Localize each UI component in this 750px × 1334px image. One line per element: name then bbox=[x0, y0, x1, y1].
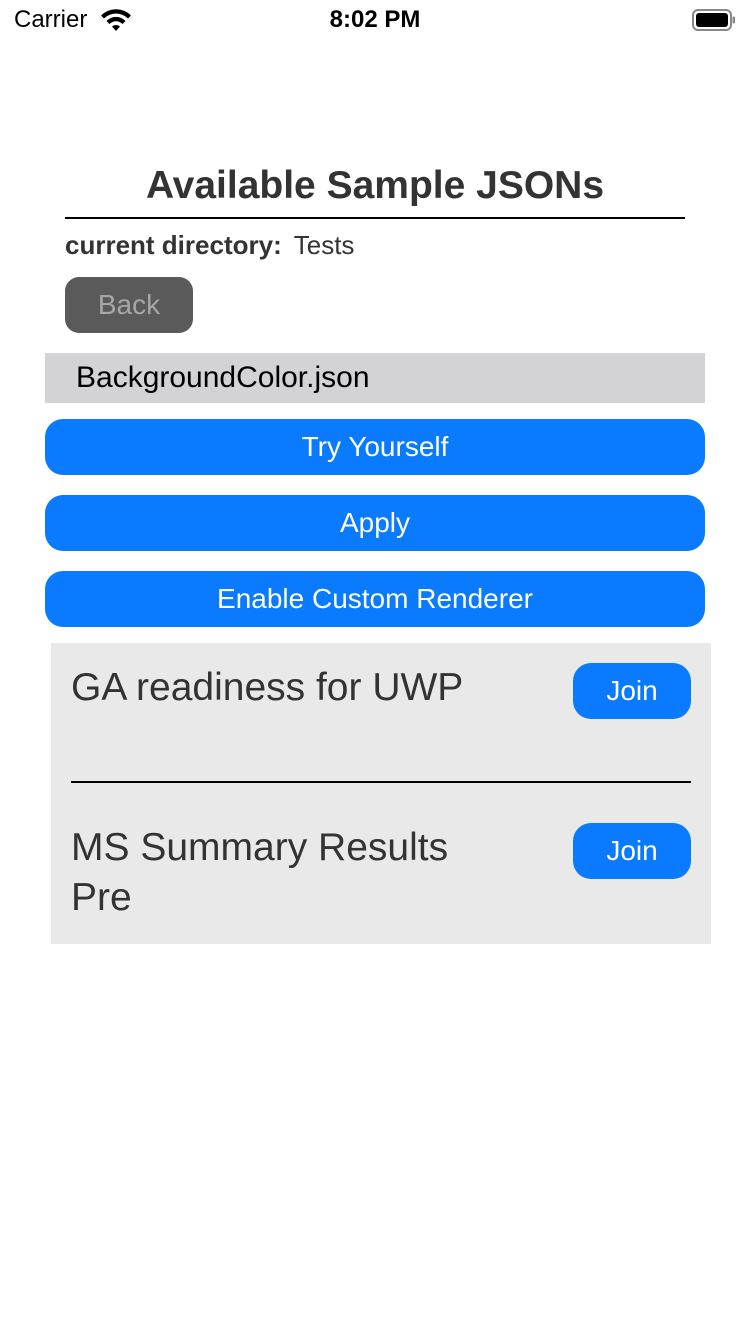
title-divider bbox=[65, 217, 685, 219]
file-list-item[interactable]: BackgroundColor.json bbox=[45, 353, 705, 403]
battery-icon bbox=[692, 9, 735, 31]
join-button[interactable]: Join bbox=[573, 663, 691, 719]
enable-custom-renderer-button[interactable]: Enable Custom Renderer bbox=[45, 571, 705, 627]
page-title: Available Sample JSONs bbox=[145, 164, 605, 207]
directory-value: Tests bbox=[293, 230, 355, 260]
meeting-title: GA readiness for UWP bbox=[71, 666, 464, 709]
directory-label: current directory: bbox=[65, 230, 282, 260]
join-button[interactable]: Join bbox=[573, 823, 691, 879]
rendered-card: GA readiness for UWP Join MS Summary Res… bbox=[51, 643, 711, 944]
current-directory: current directory: Tests bbox=[65, 228, 354, 262]
apply-button[interactable]: Apply bbox=[45, 495, 705, 551]
meeting-title: MS Summary Results Pre bbox=[71, 826, 449, 919]
clock: 8:02 PM bbox=[329, 6, 421, 33]
back-button[interactable]: Back bbox=[65, 277, 193, 333]
card-divider bbox=[71, 781, 691, 783]
try-yourself-button[interactable]: Try Yourself bbox=[45, 419, 705, 475]
status-bar: Carrier 8:02 PM bbox=[0, 0, 750, 40]
